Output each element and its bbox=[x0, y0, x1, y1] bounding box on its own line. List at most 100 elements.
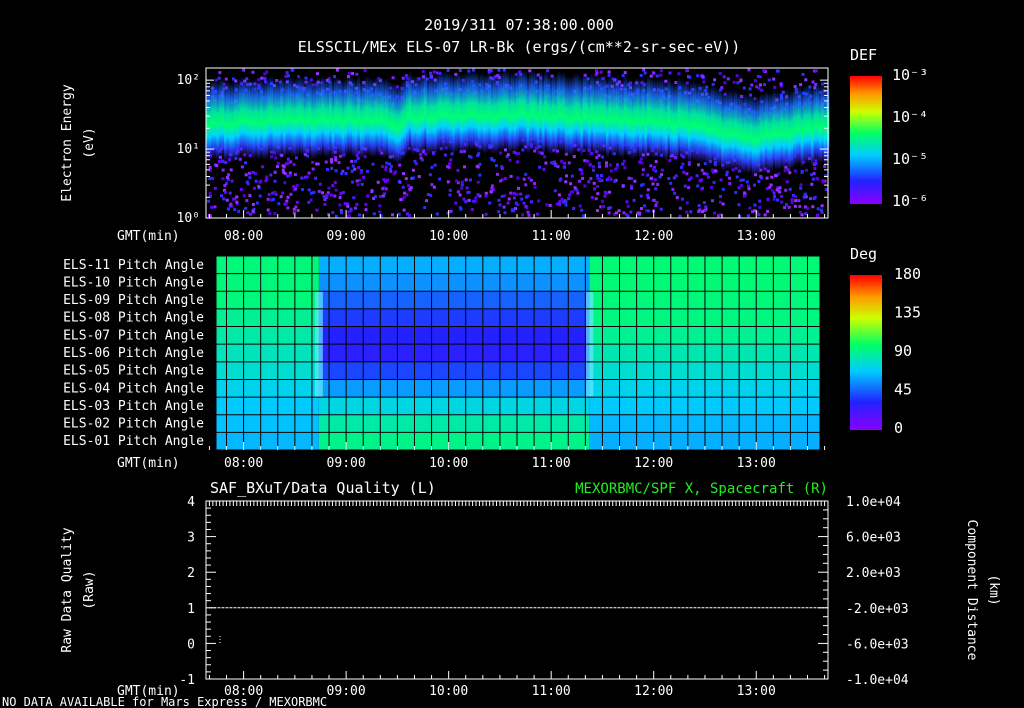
band-column bbox=[631, 79, 635, 160]
pitch-cell bbox=[318, 326, 590, 345]
noise-speck bbox=[322, 194, 326, 198]
noise-speck bbox=[325, 193, 329, 197]
noise-speck bbox=[517, 186, 520, 190]
noise-speck bbox=[806, 206, 810, 210]
band-column bbox=[790, 90, 794, 170]
noise-speck bbox=[769, 183, 773, 187]
noise-speck bbox=[614, 167, 617, 171]
noise-speck bbox=[381, 165, 384, 168]
band-column bbox=[669, 81, 673, 162]
band-column bbox=[608, 75, 612, 156]
band-column bbox=[623, 75, 627, 156]
noise-speck bbox=[599, 70, 603, 74]
noise-speck bbox=[719, 195, 722, 198]
noise-speck bbox=[593, 187, 596, 191]
noise-speck bbox=[725, 170, 729, 174]
band-column bbox=[475, 71, 479, 152]
band-column bbox=[288, 75, 291, 156]
noise-speck bbox=[558, 200, 562, 204]
noise-speck bbox=[358, 213, 362, 217]
noise-speck bbox=[766, 209, 770, 213]
band-column bbox=[559, 72, 563, 153]
noise-speck bbox=[245, 199, 249, 203]
def-tick-label: 10⁻⁴ bbox=[892, 108, 928, 126]
noise-speck bbox=[746, 214, 750, 218]
noise-speck bbox=[622, 211, 626, 215]
band-column bbox=[267, 76, 271, 157]
spec-time-tick-label: 10:00 bbox=[429, 229, 468, 244]
noise-speck bbox=[713, 211, 717, 215]
noise-speck bbox=[718, 200, 722, 204]
noise-speck bbox=[261, 165, 264, 169]
noise-speck bbox=[586, 159, 589, 163]
noise-speck bbox=[757, 213, 761, 217]
noise-speck bbox=[758, 205, 762, 209]
noise-speck bbox=[381, 187, 385, 191]
noise-speck bbox=[567, 197, 571, 201]
noise-speck bbox=[407, 213, 411, 217]
quality-left-tick-label: 1 bbox=[187, 602, 195, 617]
noise-speck bbox=[810, 182, 814, 186]
band-column bbox=[311, 80, 315, 160]
pitch-cell bbox=[216, 256, 319, 274]
band-column bbox=[523, 70, 527, 150]
noise-speck bbox=[516, 176, 520, 180]
band-column bbox=[470, 70, 473, 151]
noise-speck bbox=[229, 202, 233, 206]
noise-speck bbox=[520, 197, 524, 201]
noise-speck bbox=[700, 74, 704, 78]
noise-speck bbox=[767, 78, 771, 82]
band-column bbox=[759, 92, 763, 173]
noise-speck bbox=[712, 180, 716, 184]
spectrogram-panel: 10⁰ 10¹ 10² Electron Energy (eV) 08:00 09:00… bbox=[60, 46, 928, 244]
noise-speck bbox=[777, 172, 781, 176]
pitch-cell bbox=[318, 414, 590, 433]
quality-frame bbox=[205, 500, 829, 680]
noise-speck bbox=[651, 182, 655, 186]
band-column bbox=[377, 77, 381, 158]
quality-time-tick-label: 11:00 bbox=[532, 684, 571, 699]
noise-speck bbox=[683, 184, 687, 188]
noise-speck bbox=[291, 68, 295, 72]
band-column bbox=[677, 77, 681, 158]
noise-speck bbox=[752, 209, 756, 213]
noise-speck bbox=[522, 177, 526, 181]
band-column bbox=[385, 77, 389, 158]
noise-speck bbox=[810, 173, 814, 177]
noise-speck bbox=[805, 168, 808, 172]
noise-speck bbox=[529, 200, 533, 204]
noise-speck bbox=[286, 206, 290, 210]
noise-speck bbox=[376, 180, 380, 184]
noise-speck bbox=[334, 169, 338, 173]
band-column bbox=[746, 94, 750, 175]
noise-speck bbox=[470, 208, 474, 211]
noise-speck bbox=[208, 191, 212, 195]
pitch-row-label: ELS-11 Pitch Angle bbox=[63, 258, 204, 273]
noise-speck bbox=[490, 158, 494, 162]
band-column bbox=[526, 74, 530, 155]
noise-speck bbox=[596, 185, 600, 188]
pitch-row-label: ELS-08 Pitch Angle bbox=[63, 311, 204, 326]
noise-speck bbox=[244, 206, 248, 210]
quality-right-label: Component Distance (km) bbox=[964, 520, 1001, 661]
noise-speck bbox=[760, 176, 764, 180]
noise-speck bbox=[526, 194, 530, 198]
noise-speck bbox=[245, 180, 249, 184]
noise-speck bbox=[467, 198, 471, 202]
noise-speck bbox=[497, 198, 501, 202]
noise-speck bbox=[423, 206, 427, 209]
band-column bbox=[664, 81, 668, 162]
noise-speck bbox=[347, 71, 351, 75]
noise-speck bbox=[750, 83, 754, 87]
band-column bbox=[636, 76, 640, 157]
pitch-cell bbox=[318, 379, 590, 398]
noise-speck bbox=[576, 191, 580, 195]
noise-speck bbox=[799, 186, 803, 190]
noise-speck bbox=[349, 207, 353, 211]
band-column bbox=[567, 76, 571, 157]
noise-speck bbox=[638, 211, 642, 215]
noise-speck bbox=[311, 167, 315, 171]
band-column bbox=[370, 77, 373, 158]
noise-speck bbox=[655, 74, 659, 78]
noise-speck bbox=[788, 187, 792, 191]
